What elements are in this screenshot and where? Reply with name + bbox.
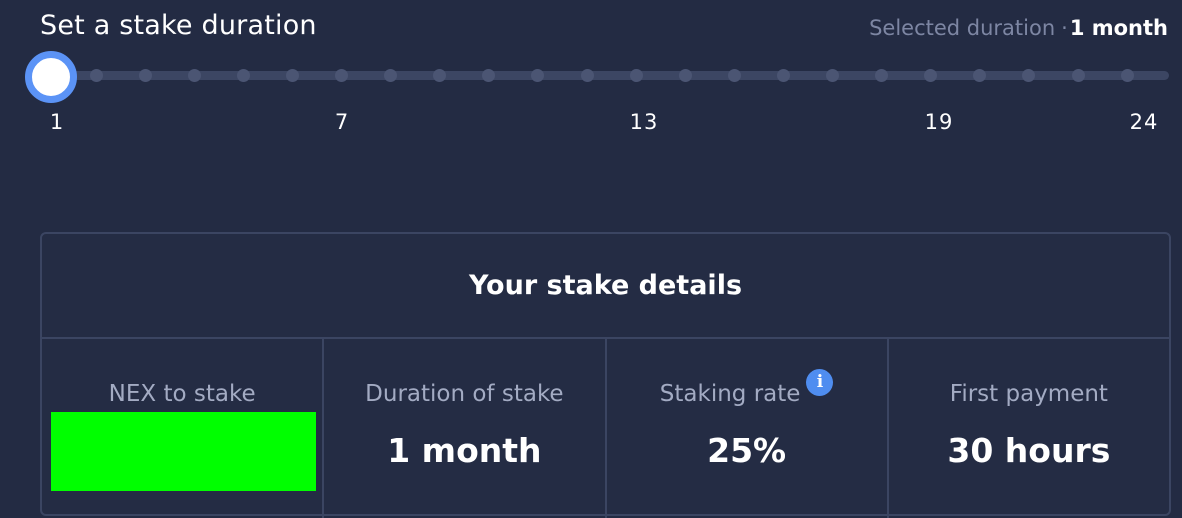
slider-step-dot[interactable] (236, 69, 250, 82)
slider-tick-label: 24 (1129, 110, 1159, 134)
duration-slider-track[interactable] (50, 71, 1169, 80)
slider-step-dot[interactable] (973, 69, 987, 82)
slider-step-dot[interactable] (187, 69, 201, 82)
slider-step-dot[interactable] (89, 69, 103, 82)
first-payment-value: 30 hours (947, 431, 1111, 470)
staking-rate-label-row: Staking rate i (607, 369, 887, 407)
slider-step-dot[interactable] (875, 69, 889, 82)
duration-cell: Duration of stake 1 month (324, 339, 607, 518)
nex-to-stake-cell: NEX to stake (42, 339, 325, 518)
slider-step-dot[interactable] (826, 69, 839, 82)
duration-value: 1 month (387, 431, 542, 470)
info-icon[interactable]: i (806, 369, 834, 396)
slider-step-dot[interactable] (776, 69, 790, 82)
slider-step-dot[interactable] (1071, 69, 1085, 82)
first-payment-cell: First payment 30 hours (889, 339, 1169, 518)
selected-duration-label: Selected duration (869, 16, 1056, 40)
slider-tick-label: 1 (49, 110, 65, 134)
slider-step-dot[interactable] (482, 69, 496, 82)
stake-details-title: Your stake details (42, 234, 1169, 339)
slider-step-dot[interactable] (285, 69, 299, 82)
slider-tick-label: 19 (924, 110, 954, 134)
duration-label: Duration of stake (365, 381, 564, 407)
nex-amount-input[interactable] (51, 412, 316, 491)
page-title: Set a stake duration (40, 10, 317, 41)
slider-step-dot[interactable] (433, 69, 447, 82)
slider-step-dot[interactable] (924, 69, 938, 82)
slider-tick-label: 13 (629, 110, 659, 134)
staking-rate-value: 25% (707, 431, 787, 470)
slider-step-dot[interactable] (727, 69, 741, 82)
first-payment-label: First payment (949, 381, 1108, 407)
nex-to-stake-label: NEX to stake (108, 381, 256, 407)
slider-step-dot[interactable] (138, 69, 152, 82)
slider-step-dot[interactable] (580, 69, 594, 82)
slider-step-dot[interactable] (678, 69, 692, 82)
slider-step-dot[interactable] (384, 69, 398, 82)
slider-step-dot[interactable] (531, 69, 545, 82)
slider-step-dot[interactable] (335, 69, 348, 82)
slider-step-dot[interactable] (1022, 69, 1036, 82)
stake-details-card: Your stake details NEX to stake Duration… (40, 232, 1171, 518)
selected-duration-separator: · (1061, 16, 1068, 40)
selected-duration-value: 1 month (1069, 16, 1168, 40)
duration-slider-thumb[interactable] (25, 51, 77, 103)
slider-step-dot[interactable] (629, 69, 643, 82)
staking-rate-cell: Staking rate i 25% (607, 339, 889, 518)
slider-step-dot[interactable] (1120, 69, 1134, 82)
staking-rate-label: Staking rate (659, 381, 801, 407)
slider-tick-label: 7 (334, 110, 350, 134)
selected-duration: Selected duration ·1 month (869, 16, 1168, 40)
